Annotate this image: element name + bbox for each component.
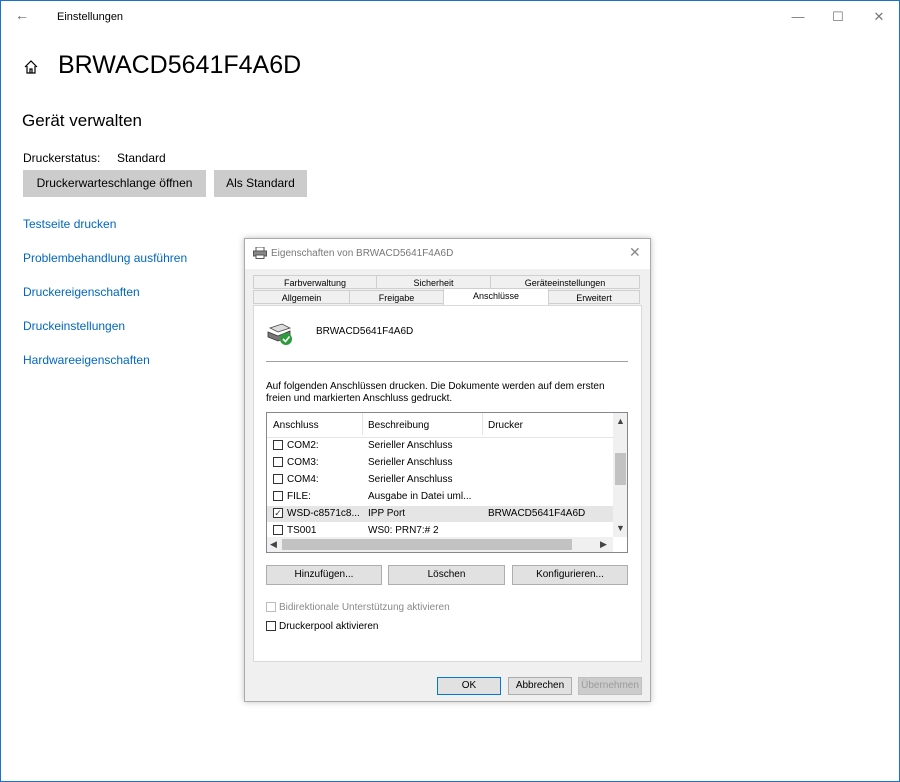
port-row[interactable]: COM3: Serieller Anschluss xyxy=(267,455,613,471)
tab-anschluesse[interactable]: Anschlüsse xyxy=(443,288,549,305)
printer-default-icon xyxy=(267,323,292,345)
dialog-close-icon[interactable]: ✕ xyxy=(629,244,641,261)
tab-erweitert[interactable]: Erweitert xyxy=(548,290,640,304)
column-drucker[interactable]: Drucker xyxy=(488,420,523,431)
open-queue-button[interactable]: Druckerwarteschlange öffnen xyxy=(23,170,206,197)
properties-dialog: Eigenschaften von BRWACD5641F4A6D ✕ Farb… xyxy=(244,238,651,702)
delete-port-button[interactable]: Löschen xyxy=(388,565,505,585)
ok-button[interactable]: OK xyxy=(437,677,501,695)
column-divider xyxy=(362,413,363,435)
ports-tab-panel: BRWACD5641F4A6D Auf folgenden Anschlüsse… xyxy=(253,305,642,662)
port-checkbox[interactable] xyxy=(273,457,283,467)
ports-list-header: Anschluss Beschreibung Drucker xyxy=(267,413,613,438)
port-cell-port: COM2: xyxy=(287,440,319,451)
dialog-title-bar: Eigenschaften von BRWACD5641F4A6D ✕ xyxy=(245,239,650,269)
port-cell-port: WSD-c8571c8... xyxy=(287,508,360,519)
scroll-up-icon[interactable]: ▲ xyxy=(616,416,625,426)
scroll-thumb[interactable] xyxy=(282,539,572,550)
separator xyxy=(266,361,628,362)
title-bar: ← Einstellungen — ☐ ✕ xyxy=(1,1,899,33)
scroll-left-icon[interactable]: ◀ xyxy=(270,539,277,550)
port-cell-port: COM3: xyxy=(287,457,319,468)
port-cell-port: TS001 xyxy=(287,525,317,536)
port-cell-description: Serieller Anschluss xyxy=(368,440,453,451)
link-troubleshoot[interactable]: Problembehandlung ausführen xyxy=(23,251,187,265)
port-row[interactable]: COM4: Serieller Anschluss xyxy=(267,472,613,488)
scroll-down-icon[interactable]: ▼ xyxy=(616,523,625,533)
ports-description: Auf folgenden Anschlüssen drucken. Die D… xyxy=(266,381,605,404)
configure-port-button[interactable]: Konfigurieren... xyxy=(512,565,628,585)
port-cell-description: WS0: PRN7:# 2 xyxy=(368,525,439,536)
scroll-right-icon[interactable]: ▶ xyxy=(600,539,607,550)
printer-pool-label: Druckerpool aktivieren xyxy=(279,621,379,632)
bidi-support-checkbox[interactable]: Bidirektionale Unterstützung aktivieren xyxy=(266,602,450,613)
printer-icon xyxy=(253,247,267,259)
port-row[interactable]: COM2: Serieller Anschluss xyxy=(267,438,613,454)
link-hardware-properties[interactable]: Hardwareeigenschaften xyxy=(23,353,150,367)
port-row[interactable]: ✓ WSD-c8571c8... IPP Port BRWACD5641F4A6D xyxy=(267,506,613,522)
home-icon xyxy=(24,60,38,74)
port-cell-port: COM4: xyxy=(287,474,319,485)
add-port-button[interactable]: Hinzufügen... xyxy=(266,565,382,585)
dialog-title: Eigenschaften von BRWACD5641F4A6D xyxy=(271,248,454,259)
link-printing-preferences[interactable]: Druckeinstellungen xyxy=(23,319,125,333)
back-arrow-icon[interactable]: ← xyxy=(15,7,31,23)
port-checkbox[interactable] xyxy=(273,525,283,535)
tab-sicherheit[interactable]: Sicherheit xyxy=(376,275,491,289)
port-checkbox[interactable] xyxy=(273,491,283,501)
port-checkbox[interactable] xyxy=(273,474,283,484)
port-checkbox[interactable] xyxy=(273,440,283,450)
section-title: Gerät verwalten xyxy=(22,111,142,130)
page-title: BRWACD5641F4A6D xyxy=(58,51,302,79)
printer-pool-checkbox[interactable]: Druckerpool aktivieren xyxy=(266,621,379,632)
checkbox-box[interactable] xyxy=(266,602,276,612)
link-printer-properties[interactable]: Druckereigenschaften xyxy=(23,285,140,299)
printer-status-label: Druckerstatus: xyxy=(23,151,101,165)
window-title: Einstellungen xyxy=(57,11,124,23)
link-print-test-page[interactable]: Testseite drucken xyxy=(23,217,116,231)
checkbox-box[interactable] xyxy=(266,621,276,631)
maximize-button[interactable]: ☐ xyxy=(815,5,861,29)
column-anschluss[interactable]: Anschluss xyxy=(273,420,319,431)
horizontal-scrollbar[interactable]: ◀ ▶ xyxy=(267,537,613,552)
vertical-scrollbar[interactable]: ▲ ▼ xyxy=(613,413,627,537)
port-cell-description: Serieller Anschluss xyxy=(368,457,453,468)
close-button[interactable]: ✕ xyxy=(856,5,900,29)
port-cell-printer: BRWACD5641F4A6D xyxy=(488,508,586,519)
ports-list[interactable]: Anschluss Beschreibung Drucker COM2: Seri… xyxy=(266,412,628,553)
dialog-printer-name: BRWACD5641F4A6D xyxy=(316,326,414,337)
tab-allgemein[interactable]: Allgemein xyxy=(253,290,350,304)
column-divider xyxy=(482,413,483,435)
port-row[interactable]: FILE: Ausgabe in Datei uml... xyxy=(267,489,613,505)
port-cell-port: FILE: xyxy=(287,491,311,502)
set-default-button[interactable]: Als Standard xyxy=(214,170,307,197)
tab-geraeteeinstellungen[interactable]: Geräteeinstellungen xyxy=(490,275,640,289)
scroll-thumb[interactable] xyxy=(615,453,626,485)
bidi-support-label: Bidirektionale Unterstützung aktivieren xyxy=(279,602,450,613)
port-cell-description: Ausgabe in Datei uml... xyxy=(368,491,472,502)
printer-status-value: Standard xyxy=(117,151,166,165)
port-checkbox[interactable]: ✓ xyxy=(273,508,283,518)
port-cell-description: Serieller Anschluss xyxy=(368,474,453,485)
tab-freigabe[interactable]: Freigabe xyxy=(349,290,444,304)
apply-button[interactable]: Übernehmen xyxy=(578,677,642,695)
tab-farbverwaltung[interactable]: Farbverwaltung xyxy=(253,275,377,289)
port-cell-description: IPP Port xyxy=(368,508,406,519)
column-beschreibung[interactable]: Beschreibung xyxy=(368,420,429,431)
cancel-button[interactable]: Abbrechen xyxy=(508,677,572,695)
